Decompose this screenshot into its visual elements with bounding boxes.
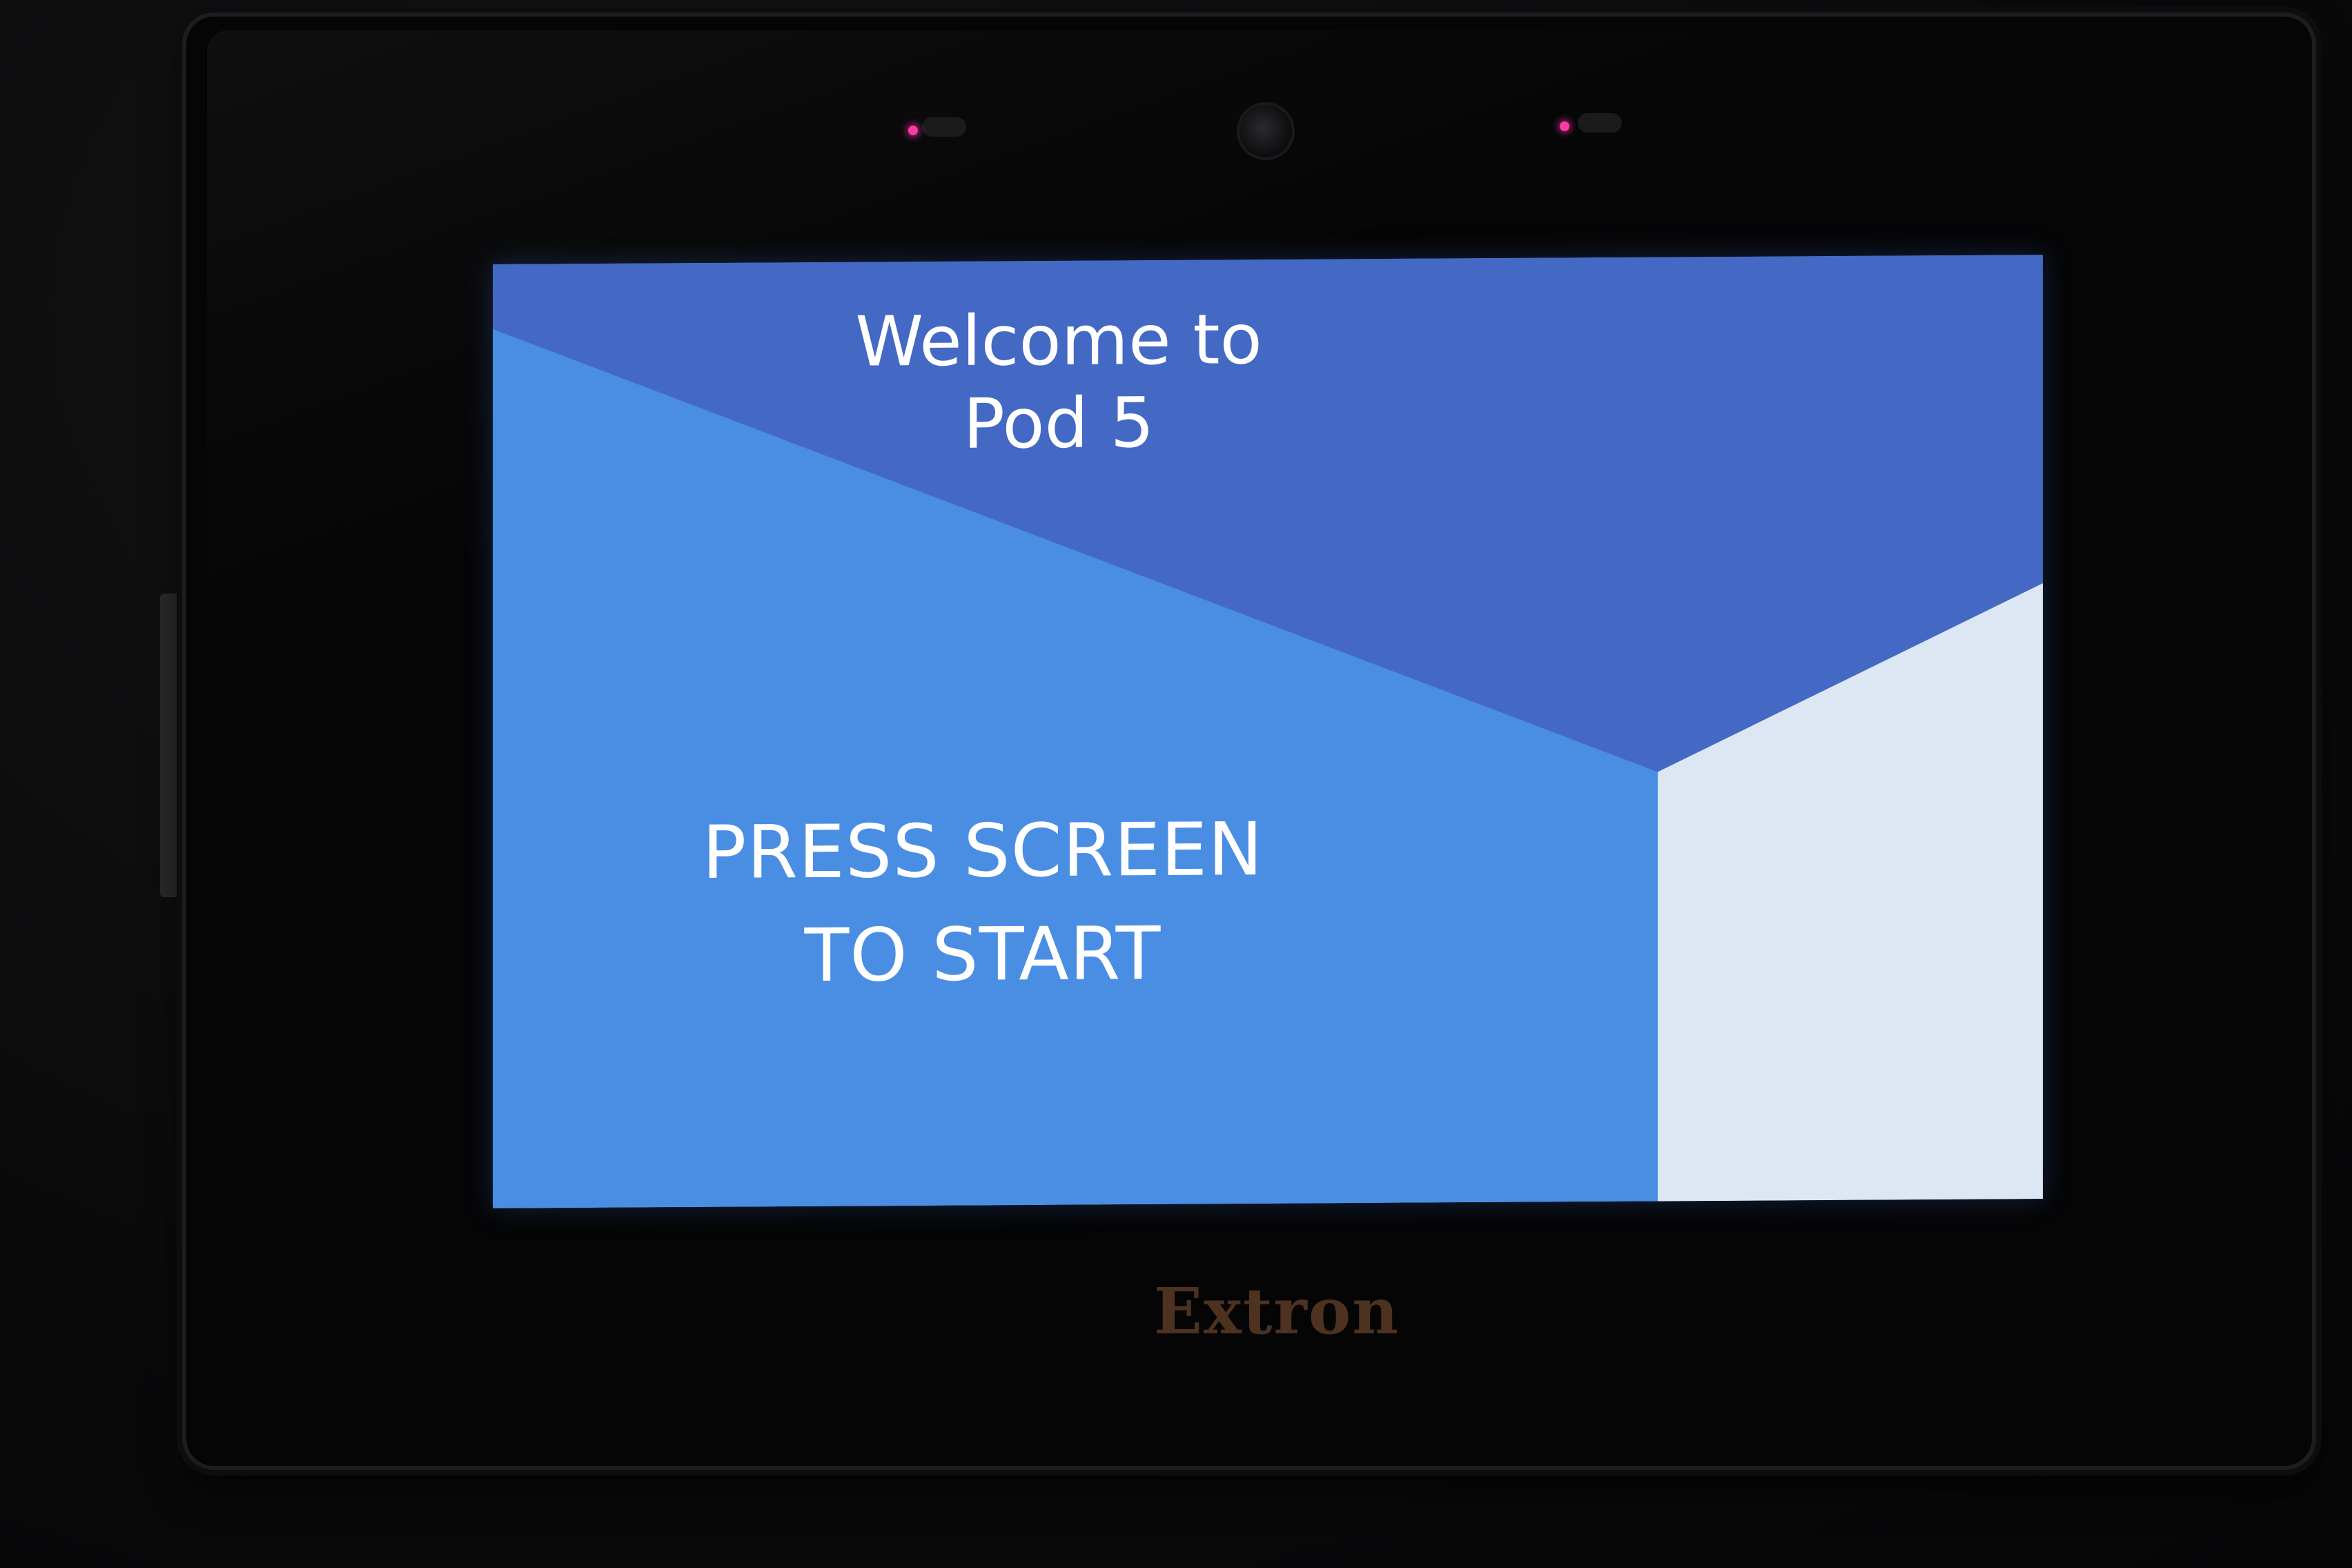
touch-screen-start[interactable]: Welcome to Pod 5 PRESS SCREEN TO START bbox=[493, 255, 2043, 1208]
start-prompt: PRESS SCREEN TO START bbox=[700, 798, 1266, 1008]
proximity-sensor-right bbox=[1578, 113, 1622, 133]
start-prompt-line2: TO START bbox=[804, 910, 1162, 999]
welcome-title-line1: Welcome to bbox=[855, 299, 1262, 382]
start-prompt-line1: PRESS SCREEN bbox=[702, 807, 1264, 896]
welcome-title: Welcome to Pod 5 bbox=[796, 298, 1321, 467]
photo-scene: Welcome to Pod 5 PRESS SCREEN TO START E… bbox=[0, 0, 2352, 1568]
brand-logo: Extron bbox=[1153, 1274, 1400, 1349]
status-led-left bbox=[908, 126, 918, 135]
proximity-sensor-left bbox=[922, 117, 966, 137]
camera-icon bbox=[1237, 102, 1295, 160]
side-mount-tab bbox=[160, 594, 179, 897]
welcome-title-line2: Pod 5 bbox=[963, 382, 1155, 464]
status-led-right bbox=[1560, 121, 1569, 131]
